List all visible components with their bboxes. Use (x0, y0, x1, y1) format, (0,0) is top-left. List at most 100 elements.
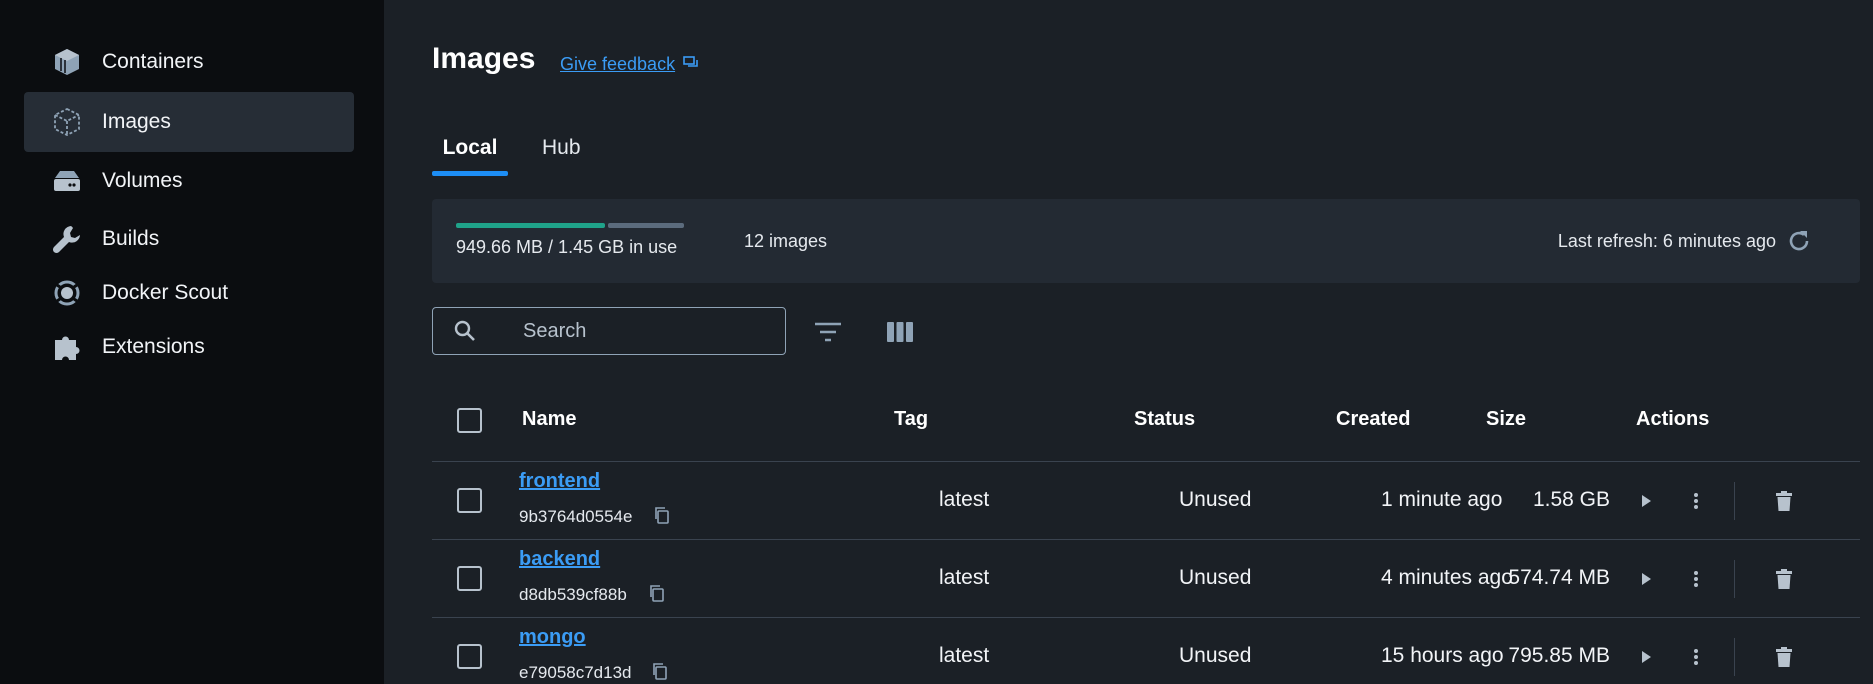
image-created: 1 minute ago (1381, 488, 1503, 511)
copy-icon[interactable] (648, 584, 668, 604)
feedback-icon (683, 54, 699, 75)
columns-icon (887, 322, 913, 342)
image-name-link[interactable]: mongo (519, 626, 586, 649)
sidebar-item-label: Extensions (102, 335, 205, 358)
image-size: 795.85 MB (1508, 644, 1610, 667)
refresh-icon (1789, 231, 1809, 251)
column-header-size[interactable]: Size (1486, 408, 1526, 431)
disk-usage-free (608, 223, 684, 228)
play-icon (1642, 495, 1651, 507)
wrench-icon (50, 222, 84, 256)
image-created: 4 minutes ago (1381, 566, 1513, 589)
sidebar-item-docker-scout[interactable]: Docker Scout (24, 263, 354, 323)
search-input[interactable] (523, 318, 763, 344)
play-icon (1642, 651, 1651, 663)
image-status: Unused (1179, 566, 1252, 589)
disk-usage-text: 949.66 MB / 1.45 GB in use (456, 237, 678, 257)
disk-usage-panel: 949.66 MB / 1.45 GB in use 12 images Las… (432, 199, 1860, 283)
delete-button[interactable] (1769, 564, 1799, 594)
image-size: 574.74 MB (1508, 566, 1610, 589)
sidebar-item-containers[interactable]: Containers (24, 32, 354, 92)
puzzle-icon (50, 330, 84, 364)
more-options-button[interactable] (1681, 564, 1711, 594)
last-refresh-text: Last refresh: 6 minutes ago (1557, 231, 1776, 251)
image-name-link[interactable]: frontend (519, 470, 600, 493)
filter-icon (815, 322, 841, 342)
column-header-status[interactable]: Status (1134, 408, 1195, 431)
image-size: 1.58 GB (1532, 488, 1610, 511)
actions-divider (1734, 560, 1735, 598)
sidebar: Containers Images Volumes Builds Docker … (0, 0, 384, 684)
sidebar-item-label: Docker Scout (102, 281, 229, 304)
page-title: Images (432, 42, 536, 75)
play-icon (1642, 573, 1651, 585)
image-id: 9b3764d0554e (519, 507, 633, 526)
table-row: mongo e79058c7d13d latest Unused 15 hour… (432, 618, 1860, 684)
refresh-button[interactable] (1784, 226, 1814, 256)
sidebar-item-label: Builds (102, 227, 160, 250)
tab-label: Local (442, 136, 498, 159)
delete-button[interactable] (1769, 642, 1799, 672)
column-header-tag[interactable]: Tag (894, 408, 928, 431)
sidebar-item-builds[interactable]: Builds (24, 209, 354, 269)
image-id: d8db539cf88b (519, 585, 627, 604)
sidebar-item-volumes[interactable]: Volumes (24, 151, 354, 211)
column-header-name[interactable]: Name (522, 408, 576, 431)
columns-button[interactable] (884, 316, 916, 348)
actions-divider (1734, 638, 1735, 676)
column-header-created[interactable]: Created (1336, 408, 1410, 431)
volume-icon (50, 164, 84, 198)
image-icon (50, 105, 84, 139)
search-icon (453, 319, 477, 348)
tab-label: Hub (542, 136, 581, 159)
image-created: 15 hours ago (1381, 644, 1504, 667)
row-checkbox[interactable] (457, 488, 482, 513)
more-options-button[interactable] (1681, 486, 1711, 516)
more-vertical-icon (1694, 493, 1698, 509)
filter-button[interactable] (812, 316, 844, 348)
copy-icon[interactable] (651, 662, 671, 682)
copy-icon[interactable] (653, 506, 673, 526)
feedback-label: Give feedback (560, 54, 676, 74)
image-id: e79058c7d13d (519, 663, 632, 682)
table-row: backend d8db539cf88b latest Unused 4 min… (432, 540, 1860, 618)
more-vertical-icon (1694, 649, 1698, 665)
run-button[interactable] (1631, 564, 1661, 594)
image-count: 12 images (744, 231, 828, 251)
tab-local[interactable]: Local (432, 136, 508, 176)
image-name-link[interactable]: backend (519, 548, 600, 571)
delete-button[interactable] (1769, 486, 1799, 516)
scout-icon (50, 276, 84, 310)
main-content: Images Give feedback Local Hub 949.66 MB… (384, 0, 1873, 684)
disk-usage-bar (456, 223, 684, 228)
disk-usage-used (456, 223, 606, 228)
more-options-button[interactable] (1681, 642, 1711, 672)
sidebar-item-label: Containers (102, 50, 204, 73)
column-header-actions: Actions (1636, 408, 1710, 430)
image-status: Unused (1179, 488, 1252, 511)
table-row: frontend 9b3764d0554e latest Unused 1 mi… (432, 462, 1860, 540)
give-feedback-link[interactable]: Give feedback (560, 54, 699, 75)
row-checkbox[interactable] (457, 566, 482, 591)
trash-icon (1776, 647, 1792, 667)
trash-icon (1776, 491, 1792, 511)
tab-hub[interactable]: Hub (542, 136, 581, 176)
sidebar-item-label: Images (102, 110, 171, 133)
run-button[interactable] (1631, 486, 1661, 516)
image-tag: latest (939, 644, 990, 667)
sidebar-item-images[interactable]: Images (24, 92, 354, 152)
trash-icon (1776, 569, 1792, 589)
image-tag: latest (939, 566, 990, 589)
search-field[interactable] (432, 307, 786, 355)
sidebar-item-label: Volumes (102, 169, 183, 192)
sidebar-item-extensions[interactable]: Extensions (24, 317, 354, 377)
image-status: Unused (1179, 644, 1252, 667)
run-button[interactable] (1631, 642, 1661, 672)
container-icon (50, 45, 84, 79)
select-all-checkbox[interactable] (457, 408, 482, 433)
more-vertical-icon (1694, 571, 1698, 587)
actions-divider (1734, 482, 1735, 520)
row-checkbox[interactable] (457, 644, 482, 669)
active-tab-indicator (432, 171, 508, 176)
image-tag: latest (939, 488, 990, 511)
